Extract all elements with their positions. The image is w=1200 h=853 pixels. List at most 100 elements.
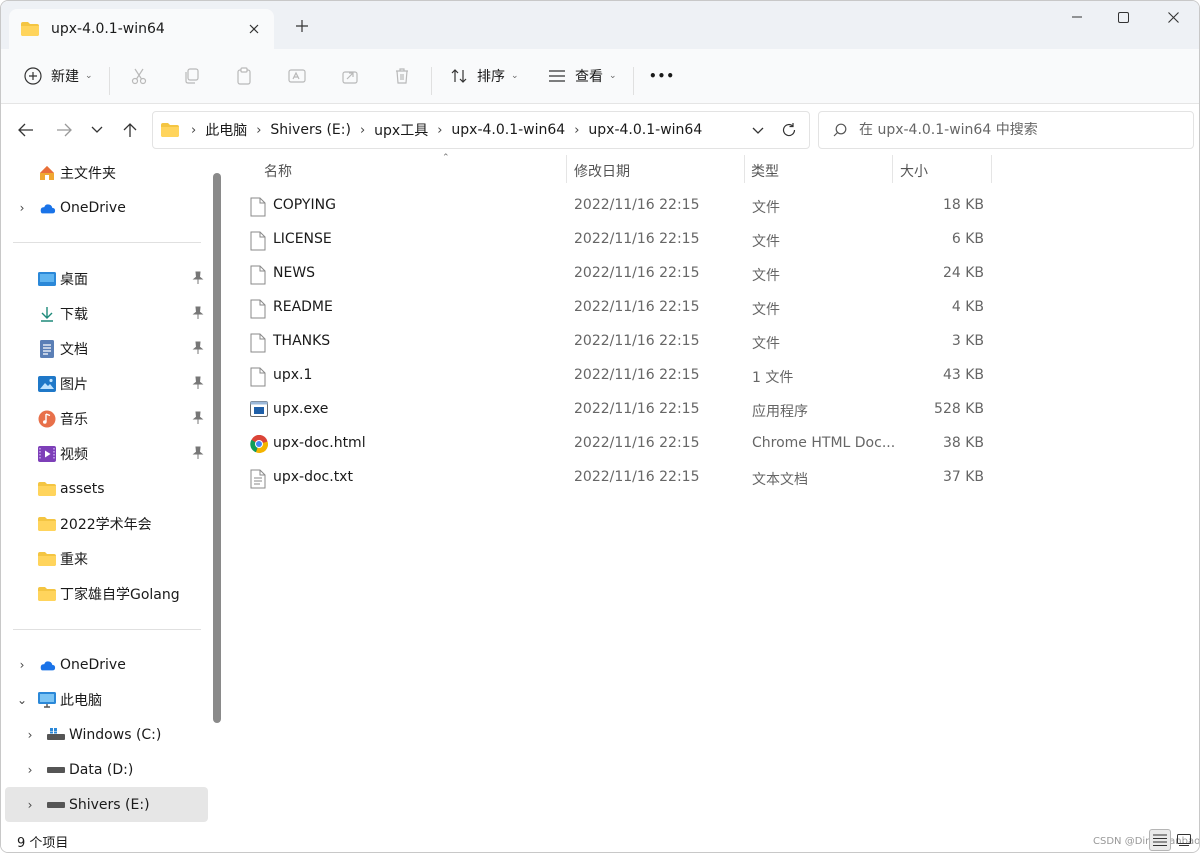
chevron-right-icon[interactable]: › [256, 123, 261, 138]
sidebar-item-label: OneDrive [60, 656, 126, 673]
chevron-right-icon[interactable]: › [23, 798, 37, 812]
recent-locations-button[interactable] [84, 117, 110, 143]
column-header-size[interactable]: 大小 [900, 155, 990, 187]
column-divider[interactable] [991, 155, 992, 183]
chevron-right-icon[interactable]: › [15, 201, 29, 215]
file-row[interactable]: README 2022/11/16 22:15 文件 4 KB [242, 293, 992, 325]
sidebar-item-this-pc[interactable]: ⌄ 此电脑 [5, 682, 208, 717]
sidebar-item-drive-e[interactable]: › Shivers (E:) [5, 787, 208, 822]
sidebar-item-folder-2022[interactable]: 2022学术年会 [5, 506, 208, 541]
chevron-right-icon[interactable]: › [574, 123, 579, 138]
close-window-button[interactable] [1149, 1, 1197, 33]
forward-button[interactable] [51, 117, 77, 143]
sidebar-item-drive-d[interactable]: › Data (D:) [5, 752, 208, 787]
share-icon[interactable] [339, 65, 361, 87]
chevron-down-icon[interactable]: ⌄ [15, 693, 29, 707]
sidebar-item-label: 重来 [60, 551, 88, 568]
pin-icon[interactable] [192, 341, 204, 355]
sidebar-item-label: 图片 [60, 376, 88, 393]
breadcrumb-upx-tools[interactable]: upx工具 [374, 120, 428, 140]
sidebar-item-downloads[interactable]: 下载 [5, 296, 208, 331]
file-size: 24 KB [942, 265, 984, 281]
pin-icon[interactable] [192, 376, 204, 390]
column-header-name[interactable]: 名称 ⌃ [264, 153, 564, 187]
sidebar-item-onedrive[interactable]: › OneDrive [5, 190, 208, 225]
rename-icon[interactable] [286, 65, 308, 87]
pin-icon[interactable] [192, 411, 204, 425]
sidebar-item-folder-golang[interactable]: 丁家雄自学Golang [5, 576, 208, 611]
file-size: 18 KB [942, 197, 984, 213]
tab-current[interactable]: upx-4.0.1-win64 [9, 9, 274, 49]
sidebar-item-pictures[interactable]: 图片 [5, 366, 208, 401]
chevron-right-icon[interactable]: › [23, 763, 37, 777]
file-type: 文件 [752, 234, 780, 250]
copy-icon[interactable] [181, 65, 203, 87]
close-tab-icon[interactable] [244, 19, 264, 39]
delete-icon[interactable] [391, 65, 413, 87]
command-bar: 新建 ⌄ 排序 ⌄ 查看 ⌄ ••• [1, 49, 1199, 104]
column-header-date[interactable]: 修改日期 [574, 155, 744, 187]
refresh-icon[interactable] [779, 120, 799, 140]
sidebar-item-desktop[interactable]: 桌面 [5, 261, 208, 296]
sidebar-scrollbar-thumb[interactable] [213, 173, 221, 723]
breadcrumb-upx-folder[interactable]: upx-4.0.1-win64 [451, 122, 565, 138]
sidebar-item-documents[interactable]: 文档 [5, 331, 208, 366]
back-button[interactable] [13, 117, 39, 143]
file-row[interactable]: COPYING 2022/11/16 22:15 文件 18 KB [242, 191, 992, 223]
column-header-type[interactable]: 类型 [751, 155, 891, 187]
column-divider[interactable] [744, 155, 745, 183]
file-row[interactable]: upx-doc.html 2022/11/16 22:15 Chrome HTML … [242, 429, 992, 461]
paste-icon[interactable] [233, 65, 255, 87]
details-view-button[interactable] [1149, 829, 1171, 851]
large-icons-view-button[interactable] [1173, 829, 1195, 851]
sidebar-item-folder-restart[interactable]: 重来 [5, 541, 208, 576]
cut-icon[interactable] [128, 65, 150, 87]
file-date: 2022/11/16 22:15 [574, 367, 700, 383]
file-row[interactable]: THANKS 2022/11/16 22:15 文件 3 KB [242, 327, 992, 359]
chevron-right-icon[interactable]: › [360, 123, 365, 138]
sidebar-item-label: OneDrive [60, 199, 126, 216]
pin-icon[interactable] [192, 306, 204, 320]
file-row[interactable]: upx.1 2022/11/16 22:15 1 文件 43 KB [242, 361, 992, 393]
file-row[interactable]: upx.exe 2022/11/16 22:15 应用程序 528 KB [242, 395, 992, 427]
chevron-right-icon[interactable]: › [437, 123, 442, 138]
sidebar-item-home[interactable]: 主文件夹 [5, 155, 208, 190]
up-button[interactable] [117, 117, 143, 143]
home-icon [38, 164, 56, 182]
address-bar[interactable]: › 此电脑 › Shivers (E:) › upx工具 › upx-4.0.1… [152, 111, 810, 149]
search-input[interactable] [859, 122, 1179, 138]
file-type: 文件 [752, 200, 780, 216]
breadcrumb-this-pc[interactable]: 此电脑 [205, 120, 247, 140]
pin-icon[interactable] [192, 271, 204, 285]
file-row[interactable]: upx-doc.txt 2022/11/16 22:15 文本文档 37 KB [242, 463, 992, 495]
sidebar-item-videos[interactable]: 视频 [5, 436, 208, 471]
sidebar-item-drive-c[interactable]: › Windows (C:) [5, 717, 208, 752]
new-button[interactable]: 新建 ⌄ [23, 61, 93, 91]
address-history-dropdown[interactable] [749, 122, 767, 140]
breadcrumb-upx-subfolder[interactable]: upx-4.0.1-win64 [588, 122, 702, 138]
sidebar-item-folder-assets[interactable]: assets [5, 471, 208, 506]
pin-icon[interactable] [192, 446, 204, 460]
new-tab-button[interactable] [291, 15, 313, 37]
divider [13, 242, 201, 243]
maximize-button[interactable] [1099, 1, 1147, 33]
chevron-right-icon[interactable]: › [23, 728, 37, 742]
search-box[interactable] [818, 111, 1194, 149]
divider [109, 67, 110, 95]
file-row[interactable]: NEWS 2022/11/16 22:15 文件 24 KB [242, 259, 992, 291]
more-options-button[interactable]: ••• [649, 61, 675, 91]
breadcrumb-drive-e[interactable]: Shivers (E:) [270, 122, 351, 138]
sidebar-item-onedrive-2[interactable]: › OneDrive [5, 647, 208, 682]
chevron-right-icon[interactable]: › [15, 658, 29, 672]
minimize-button[interactable] [1053, 1, 1101, 33]
sort-button[interactable]: 排序 ⌄ [449, 61, 519, 91]
divider [431, 67, 432, 95]
column-divider[interactable] [566, 155, 567, 183]
sidebar-item-music[interactable]: 音乐 [5, 401, 208, 436]
chevron-down-icon: ⌄ [609, 71, 617, 81]
column-divider[interactable] [892, 155, 893, 183]
sidebar-item-label: 视频 [60, 446, 88, 463]
file-size: 4 KB [951, 299, 984, 315]
view-button[interactable]: 查看 ⌄ [547, 61, 617, 91]
file-row[interactable]: LICENSE 2022/11/16 22:15 文件 6 KB [242, 225, 992, 257]
